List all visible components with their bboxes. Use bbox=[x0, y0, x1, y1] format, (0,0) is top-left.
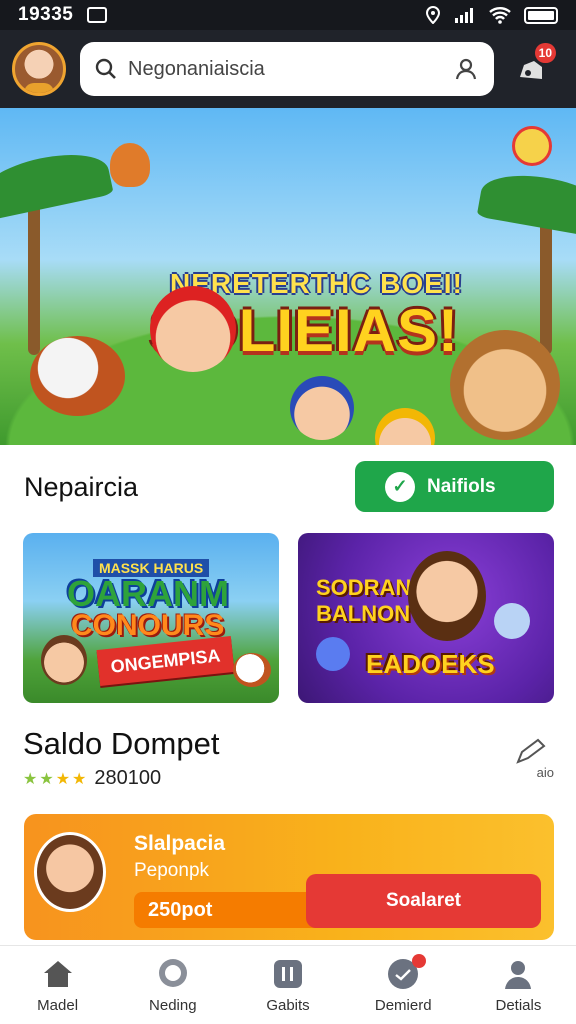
hero-banner[interactable]: NERETERTHC BOEI! SOLIEIAS! bbox=[0, 108, 576, 445]
notifications-button[interactable]: 10 bbox=[514, 43, 556, 87]
user-avatar bbox=[34, 832, 106, 912]
bottom-navigation: Madel Neding Gabits Demierd Detials bbox=[0, 945, 576, 1024]
wallet-card[interactable]: Slalpacia Peponpk 250pot Soalaret bbox=[24, 814, 554, 940]
ball-icon bbox=[30, 336, 125, 416]
nav-item-profile[interactable]: Detials bbox=[461, 946, 576, 1024]
edit-label: aio bbox=[536, 765, 554, 780]
badge-icon bbox=[512, 126, 552, 166]
promo-card[interactable]: MASSK HARUS OARANM CONOURS ONGEMPISA bbox=[23, 533, 279, 703]
nav-item-messages[interactable]: Demierd bbox=[346, 946, 461, 1024]
character-creature bbox=[316, 637, 350, 671]
status-time: 19335 bbox=[18, 4, 74, 25]
character-creature bbox=[494, 603, 530, 639]
wallet-action-button[interactable]: Soalaret bbox=[306, 874, 541, 928]
nav-item-chat[interactable]: Neding bbox=[115, 946, 230, 1024]
character-girl bbox=[150, 286, 236, 372]
character-boy bbox=[290, 376, 354, 440]
promo-text: SODRAN BALNON bbox=[316, 575, 411, 627]
rating-value: 280100 bbox=[94, 767, 162, 789]
search-input[interactable]: Negonaniaiscia bbox=[80, 42, 494, 96]
ball-icon bbox=[233, 653, 271, 687]
promo-ribbon: ONGEMPISA bbox=[96, 636, 235, 686]
wallet-card-title: Slalpacia bbox=[134, 832, 226, 855]
home-icon bbox=[41, 957, 75, 991]
nav-label: Madel bbox=[37, 996, 79, 1014]
character-hero bbox=[408, 551, 486, 641]
wallet-amount: 250pot bbox=[134, 892, 324, 928]
chat-icon bbox=[156, 957, 190, 991]
search-text: Negonaniaiscia bbox=[128, 57, 265, 80]
wifi-icon bbox=[489, 7, 511, 24]
location-icon bbox=[425, 6, 441, 24]
nav-label: Gabits bbox=[266, 996, 310, 1014]
pencil-icon bbox=[516, 738, 546, 764]
promo-line1: SODRAN bbox=[316, 575, 412, 600]
avatar[interactable] bbox=[12, 42, 66, 96]
section-action-button[interactable]: ✓ Naifiols bbox=[355, 461, 554, 512]
balloon-icon bbox=[110, 143, 150, 187]
status-icons bbox=[424, 6, 558, 24]
promo-line2: CONOURS bbox=[71, 609, 225, 642]
apps-icon bbox=[271, 957, 305, 991]
promo-line3: EADOEKS bbox=[366, 649, 495, 679]
notification-badge: 10 bbox=[534, 43, 556, 63]
battery-icon bbox=[524, 6, 558, 24]
rating: ★ ★ ★ ★ 280100 bbox=[23, 767, 161, 790]
top-bar: Negonaniaiscia 10 bbox=[0, 30, 576, 108]
edit-button[interactable]: aio bbox=[514, 738, 554, 782]
promo-card[interactable]: SODRAN BALNON EADOEKS bbox=[298, 533, 554, 703]
search-icon bbox=[95, 58, 116, 79]
nav-item-apps[interactable]: Gabits bbox=[230, 946, 345, 1024]
star-icon: ★ bbox=[23, 770, 38, 788]
person-icon bbox=[501, 957, 535, 991]
star-icon: ★ bbox=[55, 770, 71, 788]
nav-item-home[interactable]: Madel bbox=[0, 946, 115, 1024]
section-action-label: Naifiols bbox=[427, 475, 496, 497]
nav-label: Neding bbox=[149, 996, 197, 1014]
wallet-title: Saldo Dompet bbox=[23, 726, 220, 761]
status-bar: 19335 bbox=[0, 0, 576, 30]
palm-leaves bbox=[476, 167, 576, 239]
wallet-card-subtitle: Peponpk bbox=[134, 860, 210, 881]
star-icon: ★ bbox=[72, 770, 87, 788]
character-kid bbox=[41, 635, 87, 685]
promo-line2: BALNON bbox=[316, 601, 411, 626]
nav-label: Demierd bbox=[374, 996, 432, 1014]
profile-search-icon[interactable] bbox=[454, 56, 480, 82]
nav-label: Detials bbox=[495, 996, 542, 1014]
cell-signal-icon bbox=[455, 8, 473, 23]
character-bear bbox=[450, 330, 560, 440]
screenshot-icon bbox=[87, 7, 108, 23]
notification-dot bbox=[411, 954, 426, 968]
star-icon: ★ bbox=[39, 770, 54, 788]
palm-leaves bbox=[0, 145, 114, 221]
section-title: Nepaircia bbox=[24, 472, 139, 502]
check-icon: ✓ bbox=[385, 471, 415, 502]
